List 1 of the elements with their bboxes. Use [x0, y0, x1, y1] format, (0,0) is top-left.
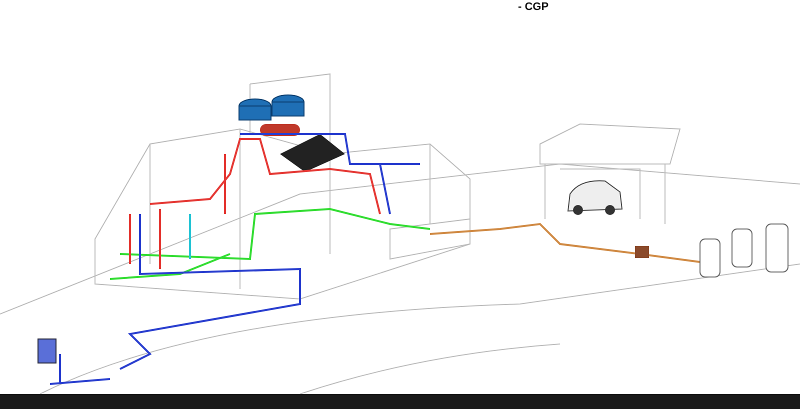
caption: - CGP — [518, 0, 549, 14]
